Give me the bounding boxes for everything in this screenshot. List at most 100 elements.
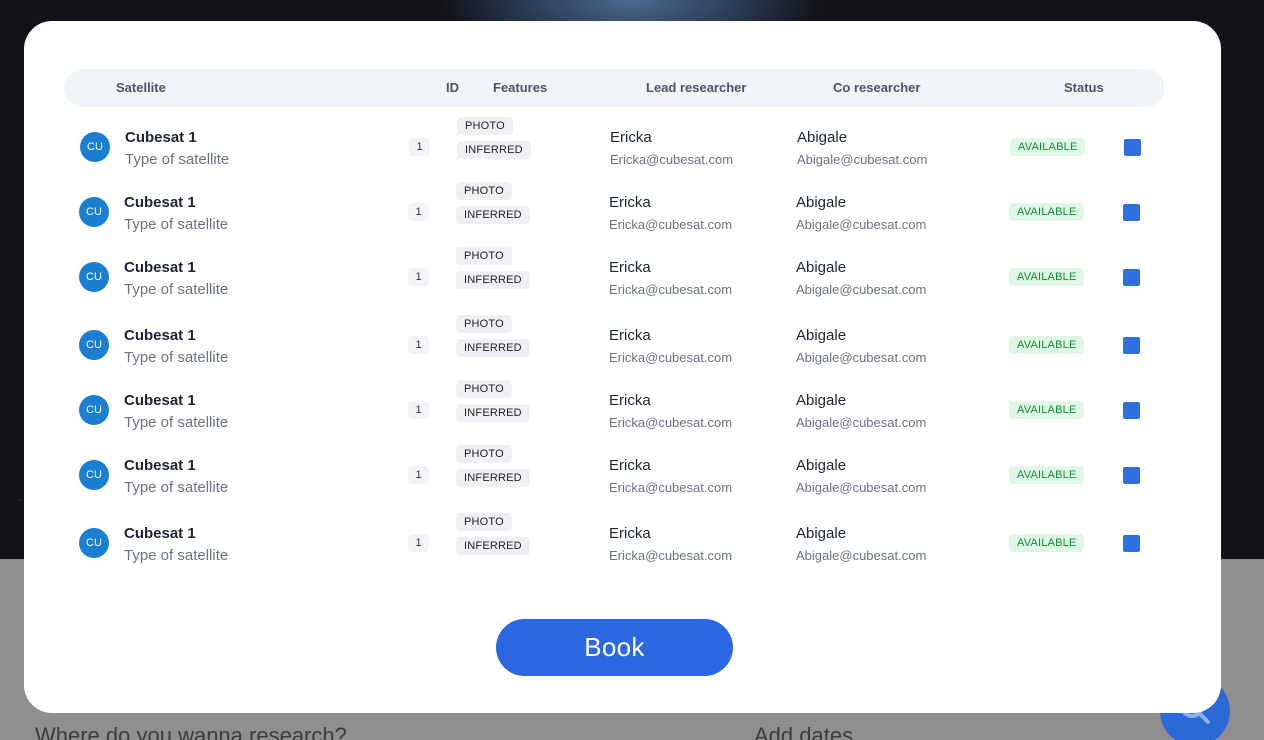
lead-researcher-name: Ericka — [609, 259, 651, 276]
id-badge: 1 — [408, 466, 429, 484]
row-select-checkbox[interactable] — [1123, 337, 1140, 354]
avatar: CU — [79, 330, 109, 360]
feature-chip-inferred: INFERRED — [456, 271, 530, 289]
co-researcher-name: Abigale — [796, 525, 847, 542]
feature-chip-inferred: INFERRED — [456, 404, 530, 422]
avatar: CU — [79, 528, 109, 558]
feature-chip-photo: PHOTO — [456, 380, 512, 398]
id-badge: 1 — [408, 336, 429, 354]
table-row[interactable]: CU Cubesat 1 Type of satellite 1 PHOTO INFERR… — [24, 182, 1221, 242]
satellite-name[interactable]: Cubesat 1 — [124, 457, 196, 474]
co-researcher-name: Abigale — [796, 457, 847, 474]
satellite-type: Type of satellite — [124, 281, 229, 298]
status-badge: AVAILABLE — [1009, 534, 1085, 552]
co-researcher-email[interactable]: Abigale@cubesat.com — [796, 548, 926, 563]
lead-researcher-email[interactable]: Ericka@cubesat.com — [609, 217, 732, 232]
feature-chip-photo: PHOTO — [456, 247, 512, 265]
satellite-booking-modal: Satellite ID Features Lead researcher Co… — [24, 21, 1221, 713]
row-select-checkbox[interactable] — [1123, 402, 1140, 419]
table-header: Satellite ID Features Lead researcher Co… — [64, 69, 1165, 107]
satellite-name[interactable]: Cubesat 1 — [124, 392, 196, 409]
lead-researcher-name: Ericka — [610, 129, 652, 146]
lead-researcher-email[interactable]: Ericka@cubesat.com — [609, 415, 732, 430]
feature-chip-inferred: INFERRED — [456, 469, 530, 487]
feature-chip-photo: PHOTO — [456, 445, 512, 463]
status-badge: AVAILABLE — [1009, 203, 1085, 221]
lead-researcher-email[interactable]: Ericka@cubesat.com — [609, 282, 732, 297]
id-badge: 1 — [409, 138, 430, 156]
book-button[interactable]: Book — [496, 619, 733, 676]
header-satellite[interactable]: Satellite — [116, 69, 166, 107]
table-row[interactable]: CU Cubesat 1 Type of satellite 1 PHOTO INFERR… — [24, 445, 1221, 505]
lead-researcher-name: Ericka — [609, 457, 651, 474]
co-researcher-name: Abigale — [796, 327, 847, 344]
header-lead-researcher[interactable]: Lead researcher — [646, 69, 746, 107]
status-badge: AVAILABLE — [1009, 401, 1085, 419]
feature-chip-inferred: INFERRED — [456, 339, 530, 357]
header-status[interactable]: Status — [1064, 69, 1104, 107]
lead-researcher-email[interactable]: Ericka@cubesat.com — [609, 350, 732, 365]
satellite-name[interactable]: Cubesat 1 — [124, 259, 196, 276]
avatar: CU — [79, 197, 109, 227]
table-row[interactable]: CU Cubesat 1 Type of satellite 1 PHOTO INFERR… — [24, 247, 1221, 307]
co-researcher-name: Abigale — [796, 392, 847, 409]
status-badge: AVAILABLE — [1009, 268, 1085, 286]
feature-chip-inferred: INFERRED — [456, 206, 530, 224]
co-researcher-email[interactable]: Abigale@cubesat.com — [796, 480, 926, 495]
satellite-type: Type of satellite — [124, 547, 229, 564]
lead-researcher-email[interactable]: Ericka@cubesat.com — [609, 548, 732, 563]
satellite-type: Type of satellite — [124, 349, 229, 366]
satellite-name[interactable]: Cubesat 1 — [124, 194, 196, 211]
avatar: CU — [79, 262, 109, 292]
row-select-checkbox[interactable] — [1123, 467, 1140, 484]
co-researcher-email[interactable]: Abigale@cubesat.com — [797, 152, 927, 167]
feature-chip-photo: PHOTO — [456, 315, 512, 333]
row-select-checkbox[interactable] — [1123, 269, 1140, 286]
lead-researcher-email[interactable]: Ericka@cubesat.com — [610, 152, 733, 167]
co-researcher-name: Abigale — [797, 129, 848, 146]
feature-chip-inferred: INFERRED — [456, 537, 530, 555]
lead-researcher-name: Ericka — [609, 194, 651, 211]
id-badge: 1 — [408, 203, 429, 221]
id-badge: 1 — [408, 534, 429, 552]
feature-chip-inferred: INFERRED — [457, 141, 531, 159]
table-row[interactable]: CU Cubesat 1 Type of satellite 1 PHOTO INFERR… — [24, 315, 1221, 375]
satellite-name[interactable]: Cubesat 1 — [124, 525, 196, 542]
status-badge: AVAILABLE — [1010, 138, 1086, 156]
status-badge: AVAILABLE — [1009, 466, 1085, 484]
co-researcher-name: Abigale — [796, 259, 847, 276]
table-body: CU Cubesat 1 Type of satellite 1 PHOTO INFERR… — [24, 107, 1221, 567]
id-badge: 1 — [408, 401, 429, 419]
table-row[interactable]: CU Cubesat 1 Type of satellite 1 PHOTO INFERR… — [25, 117, 1221, 177]
lead-researcher-email[interactable]: Ericka@cubesat.com — [609, 480, 732, 495]
co-researcher-email[interactable]: Abigale@cubesat.com — [796, 415, 926, 430]
row-select-checkbox[interactable] — [1123, 204, 1140, 221]
avatar: CU — [79, 460, 109, 490]
feature-chip-photo: PHOTO — [457, 117, 513, 135]
table-row[interactable]: CU Cubesat 1 Type of satellite 1 PHOTO INFERR… — [24, 513, 1221, 567]
where-field-placeholder[interactable]: Where do you wanna research? — [35, 723, 347, 740]
satellite-type: Type of satellite — [125, 151, 230, 168]
satellite-type: Type of satellite — [124, 414, 229, 431]
lead-researcher-name: Ericka — [609, 525, 651, 542]
lead-researcher-name: Ericka — [609, 327, 651, 344]
header-features[interactable]: Features — [493, 69, 547, 107]
co-researcher-email[interactable]: Abigale@cubesat.com — [796, 217, 926, 232]
lead-researcher-name: Ericka — [609, 392, 651, 409]
avatar: CU — [80, 132, 110, 162]
row-select-checkbox[interactable] — [1124, 139, 1141, 156]
satellite-name[interactable]: Cubesat 1 — [124, 327, 196, 344]
feature-chip-photo: PHOTO — [456, 513, 512, 531]
avatar: CU — [79, 395, 109, 425]
id-badge: 1 — [408, 268, 429, 286]
row-select-checkbox[interactable] — [1123, 535, 1140, 552]
satellite-name[interactable]: Cubesat 1 — [125, 129, 197, 146]
co-researcher-email[interactable]: Abigale@cubesat.com — [796, 350, 926, 365]
co-researcher-email[interactable]: Abigale@cubesat.com — [796, 282, 926, 297]
dates-field-placeholder[interactable]: Add dates — [754, 723, 853, 740]
header-co-researcher[interactable]: Co researcher — [833, 69, 920, 107]
header-id[interactable]: ID — [446, 69, 459, 107]
table-row[interactable]: CU Cubesat 1 Type of satellite 1 PHOTO INFERR… — [24, 380, 1221, 440]
satellite-type: Type of satellite — [124, 479, 229, 496]
feature-chip-photo: PHOTO — [456, 182, 512, 200]
